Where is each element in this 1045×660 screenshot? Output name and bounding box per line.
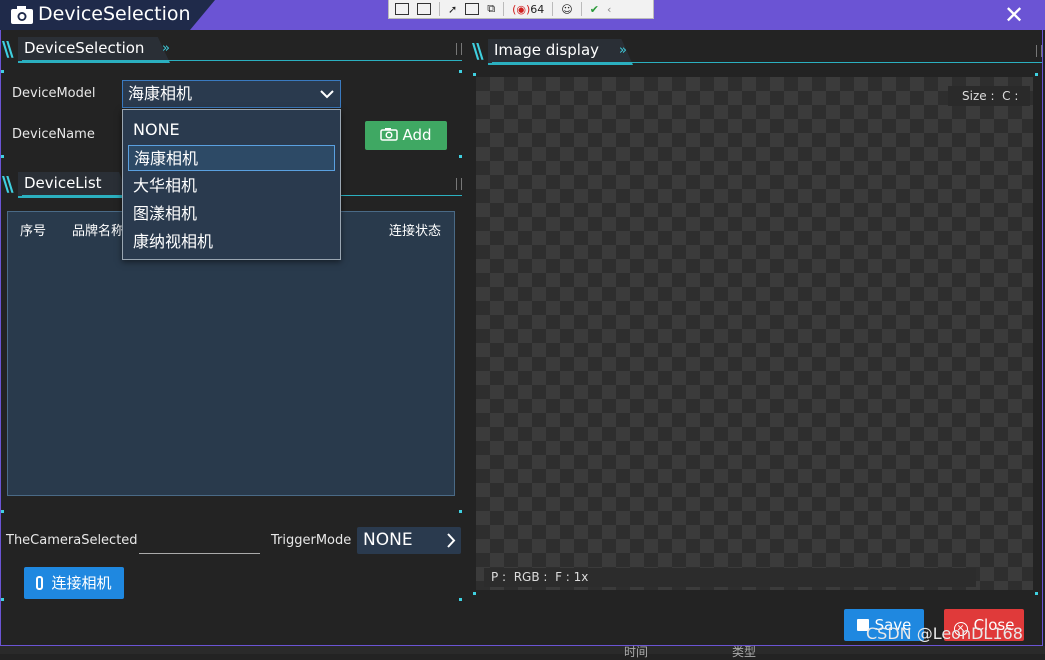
dropdown-option-percipio[interactable]: 图漾相机 xyxy=(128,201,335,227)
device-selection-header: \\ DeviceSelection » xyxy=(0,37,462,63)
corner-dot xyxy=(1,70,4,73)
corner-dot xyxy=(473,592,476,595)
device-model-dropdown: NONE 海康相机 大华相机 图漾相机 康纳视相机 xyxy=(122,109,341,260)
device-name-label: DeviceName xyxy=(12,127,95,142)
video-icon[interactable] xyxy=(417,3,431,15)
panel-grip-icon[interactable] xyxy=(456,178,462,190)
camera-icon xyxy=(11,6,33,24)
chevron-down-icon xyxy=(320,90,334,99)
device-model-label: DeviceModel xyxy=(12,86,96,101)
add-button[interactable]: Add xyxy=(365,121,447,150)
corner-dot xyxy=(1,510,4,513)
device-model-combo[interactable]: 海康相机 xyxy=(122,80,341,108)
binding-failures-count: 64 xyxy=(530,2,545,16)
strip-col-type: 类型 xyxy=(732,645,757,659)
column-header-status[interactable]: 连接状态 xyxy=(389,220,441,239)
connect-camera-label: 连接相机 xyxy=(51,574,112,592)
dropdown-option-kangnashi[interactable]: 康纳视相机 xyxy=(128,229,335,255)
corner-dot xyxy=(1,155,4,158)
image-display-title: Image display xyxy=(494,41,600,59)
device-list-title: DeviceList xyxy=(24,174,102,192)
trigger-mode-value: NONE xyxy=(363,530,413,550)
header-underline xyxy=(492,62,1042,63)
background-window-strip: 时间 类型 xyxy=(0,645,1045,659)
camera-icon xyxy=(380,128,399,141)
pixel-info: P : RGB : F : 1x xyxy=(484,568,976,587)
display-layout-icon[interactable] xyxy=(465,3,480,15)
debug-toolbar: ➚ ⧉ (◉)64 ☺ ✔ ‹ xyxy=(388,0,654,19)
watermark: CSDN @LeonDL168 xyxy=(866,624,1023,643)
corner-dot xyxy=(473,73,476,76)
accessibility-icon[interactable]: ☺ xyxy=(561,3,572,16)
size-info: Size : C : xyxy=(948,86,1030,106)
column-header-index[interactable]: 序号 xyxy=(20,220,46,239)
panel-grip-icon[interactable] xyxy=(456,43,462,55)
camera-selected-label: TheCameraSelected xyxy=(6,533,138,548)
chevron-right-icon: » xyxy=(619,43,627,58)
collapse-chevron-icon[interactable]: ‹ xyxy=(607,3,611,16)
camera-selected-field[interactable] xyxy=(139,553,260,554)
dropdown-option-dahua[interactable]: 大华相机 xyxy=(128,173,335,199)
select-element-icon[interactable]: ➚ xyxy=(448,3,457,16)
add-button-label: Add xyxy=(402,126,432,144)
binding-failures-icon: (◉) xyxy=(512,2,531,16)
dropdown-option-hikvision[interactable]: 海康相机 xyxy=(128,145,335,171)
toolbar-separator xyxy=(580,2,582,16)
corner-dot xyxy=(1,598,4,601)
image-display-header: \\ Image display » xyxy=(470,39,1042,65)
strip-col-time: 时间 xyxy=(624,645,649,659)
track-focus-icon[interactable]: ⧉ xyxy=(487,2,495,16)
chevron-right-icon: » xyxy=(162,41,170,56)
connect-camera-button[interactable]: 连接相机 xyxy=(24,567,124,599)
chevron-right-icon xyxy=(447,533,456,548)
slash-decor-icon: \\ xyxy=(2,172,13,196)
trigger-mode-combo[interactable]: NONE xyxy=(357,527,461,554)
corner-dot xyxy=(459,510,462,513)
window-close-button[interactable]: ✕ xyxy=(1000,2,1028,28)
corner-dot xyxy=(1035,73,1038,76)
slash-decor-icon: \\ xyxy=(472,39,483,63)
toolbar-separator xyxy=(439,2,440,16)
toolbar-separator xyxy=(503,2,505,16)
binding-failures-indicator[interactable]: (◉)64 xyxy=(512,3,544,16)
window-title: DeviceSelection xyxy=(38,3,191,25)
dropdown-option-none[interactable]: NONE xyxy=(128,117,335,143)
device-model-value: 海康相机 xyxy=(128,84,193,103)
corner-dot xyxy=(459,155,462,158)
corner-dot xyxy=(459,598,462,601)
corner-dot xyxy=(459,70,462,73)
corner-dot xyxy=(1035,592,1038,595)
link-icon xyxy=(36,576,44,590)
device-selection-title: DeviceSelection xyxy=(24,39,145,57)
panel-grip-icon[interactable] xyxy=(1036,45,1042,57)
header-underline xyxy=(22,60,462,61)
toolbar-separator xyxy=(552,2,554,16)
checkmark-icon[interactable]: ✔ xyxy=(590,3,599,16)
image-canvas[interactable] xyxy=(476,77,1033,590)
trigger-mode-label: TriggerMode xyxy=(271,533,352,548)
slash-decor-icon: \\ xyxy=(2,37,13,61)
column-header-brand[interactable]: 品牌名称 xyxy=(72,220,124,239)
live-tree-icon[interactable] xyxy=(395,3,409,15)
